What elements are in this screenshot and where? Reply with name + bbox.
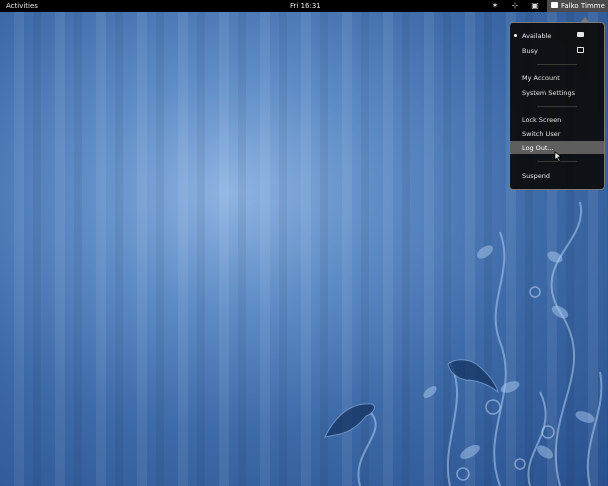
menu-separator [537, 64, 577, 65]
menu-item-system-settings[interactable]: System Settings [510, 86, 604, 99]
menu-item-lock-screen[interactable]: Lock Screen [510, 113, 604, 126]
menu-separator [537, 106, 577, 107]
selected-dot-icon [514, 34, 517, 37]
chat-available-icon [577, 32, 584, 37]
mouse-cursor-icon [554, 151, 563, 163]
user-menu: Available Busy My Account System Setting… [509, 17, 605, 190]
chat-busy-icon [577, 47, 584, 53]
menu-item-switch-user[interactable]: Switch User [510, 127, 604, 140]
menu-item-suspend[interactable]: Suspend [510, 169, 604, 182]
user-menu-button[interactable]: Falko Timme [547, 0, 608, 12]
top-panel: Activities Fri 16:31 ✶ ⊹ ▣ Falko Timme [0, 0, 608, 12]
menu-item-label: Lock Screen [522, 116, 562, 124]
accessibility-icon[interactable]: ✶ [490, 1, 500, 11]
menu-item-label: Switch User [522, 130, 561, 138]
menu-item-available[interactable]: Available [510, 29, 604, 42]
menu-item-label: Log Out... [522, 144, 554, 152]
activities-button[interactable]: Activities [6, 2, 38, 10]
menu-item-label: My Account [522, 74, 560, 82]
menu-item-busy[interactable]: Busy [510, 44, 604, 57]
menu-item-label: Available [522, 32, 552, 40]
menu-item-label: Busy [522, 47, 538, 55]
clock-button[interactable]: Fri 16:31 [290, 2, 321, 10]
volume-icon[interactable]: ⊹ [510, 1, 520, 11]
chat-status-icon [551, 2, 558, 8]
menu-item-my-account[interactable]: My Account [510, 71, 604, 84]
menu-item-label: Suspend [522, 172, 551, 180]
menu-item-label: System Settings [522, 89, 575, 97]
user-name: Falko Timme [561, 2, 605, 10]
network-icon[interactable]: ▣ [530, 1, 540, 11]
